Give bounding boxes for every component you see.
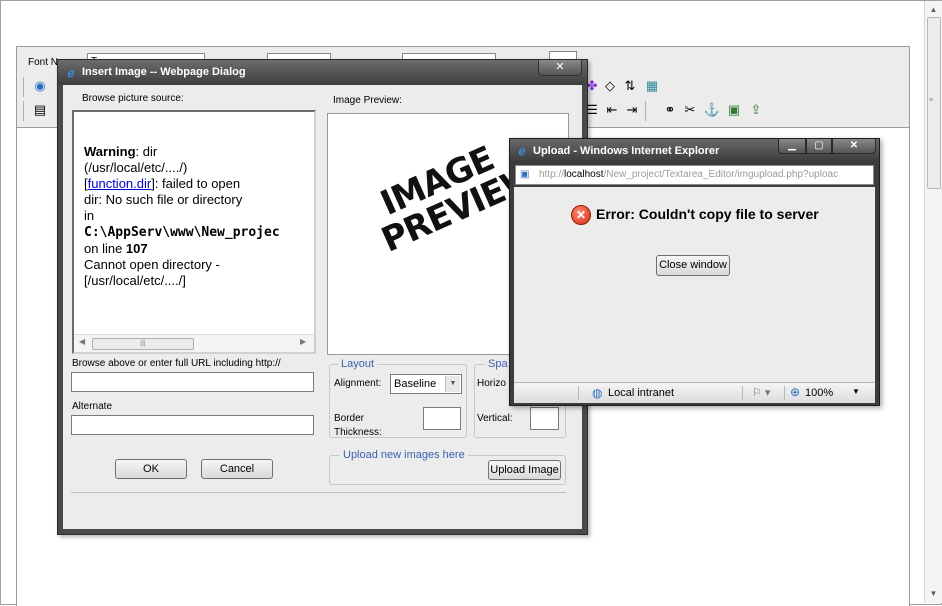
browse-label: Browse picture source: [82,93,184,104]
vertical-spacing-input[interactable] [530,407,559,430]
spell-check-icon[interactable]: ⇅ [621,77,639,95]
picture-source-frame[interactable]: Warning: dir (/usr/local/etc/..../) [fun… [72,110,316,354]
ie-icon: ℯ [67,66,75,80]
scroll-grip-icon: ≡ [929,97,934,104]
indent-icon[interactable]: ⇥ [623,101,641,119]
status-separator [578,386,579,400]
function-dir-link[interactable]: function.dir [88,176,152,191]
status-separator [784,386,785,400]
link-icon[interactable]: ⚭ [661,101,679,119]
dialog-titlebar[interactable]: ℯ Insert Image -- Webpage Dialog ✕ [58,60,587,85]
error-message: Error: Couldn't copy file to server [596,206,819,222]
font-name-label: Font N [28,57,59,68]
image-url-input[interactable] [71,372,314,392]
toolbar-separator [645,101,646,121]
php-warning-message: Warning: dir (/usr/local/etc/..../) [fun… [84,144,280,288]
border-label-line1: Border [334,413,365,424]
scroll-up-arrow-icon[interactable]: ▲ [925,3,942,17]
upload-window-titlebar[interactable]: ℯ Upload - Windows Internet Explorer ▁ ▢… [510,139,879,163]
source-code-icon[interactable]: ◇ [601,77,619,95]
unlink-icon[interactable]: ✂ [681,101,699,119]
border-thickness-input[interactable] [423,407,461,430]
chevron-down-icon[interactable]: ▼ [852,387,860,396]
horizontal-label: Horizo [477,378,506,389]
url-label: Browse above or enter full URL including… [72,358,281,369]
vertical-label: Vertical: [477,413,513,424]
address-url: http://localhost/New_project/Textarea_Ed… [539,169,839,180]
minimize-icon[interactable]: ▁ [778,139,806,154]
source-horizontal-scrollbar[interactable]: ◀ ||| ▶ [74,334,314,352]
alternate-text-input[interactable] [71,415,314,435]
zoom-level[interactable]: 100% [805,387,833,399]
insert-image-icon[interactable]: ▣ [725,101,743,119]
toolbar-separator [23,101,24,121]
warning-bold: Warning [84,144,136,159]
ie-status-bar: ◍ Local intranet ⚐ ▾ ⊕ 100% ▼ [514,382,875,403]
scroll-right-arrow-icon[interactable]: ▶ [300,337,306,346]
page-icon: ▣ [520,169,530,180]
upload-ie-window: ℯ Upload - Windows Internet Explorer ▁ ▢… [509,138,880,406]
anchor-icon[interactable]: ⚓ [703,101,721,119]
scroll-thumb[interactable]: ||| [92,338,194,350]
border-label-line2: Thickness: [334,427,382,438]
intranet-globe-icon: ◍ [592,386,603,400]
dialog-close-button[interactable]: ✕ [538,60,582,76]
toolbar-separator [23,77,24,97]
ie-icon: ℯ [518,144,526,158]
status-separator [742,386,743,400]
web-icon[interactable]: ◉ [31,77,49,95]
upload-legend: Upload new images here [340,449,468,461]
layout-legend: Layout [338,358,378,370]
dialog-title: Insert Image -- Webpage Dialog [82,66,246,78]
security-zone-label: Local intranet [608,387,675,399]
document-icon[interactable]: ▤ [31,101,49,119]
page-vertical-scrollbar[interactable]: ▲ ≡ ▼ [924,1,942,603]
scroll-down-arrow-icon[interactable]: ▼ [925,587,942,601]
table-icon[interactable]: ▦ [643,77,661,95]
upload-icon[interactable]: ⇪ [747,101,765,119]
upload-window-body: ✕ Error: Couldn't copy file to server Cl… [514,187,875,382]
spacing-legend: Spa [485,358,511,370]
error-icon: ✕ [571,205,591,225]
alternate-label: Alternate [72,401,113,412]
cancel-button[interactable]: Cancel [201,459,273,479]
outdent-icon[interactable]: ⇤ [603,101,621,119]
upload-image-button[interactable]: Upload Image [488,460,561,480]
scroll-left-arrow-icon[interactable]: ◀ [79,337,85,346]
close-icon: ✕ [555,61,565,73]
dialog-divider [71,492,566,493]
ok-button[interactable]: OK [115,459,187,479]
alignment-label: Alignment: [334,378,382,389]
alignment-select[interactable]: Baseline ▼ [390,374,462,394]
preview-label: Image Preview: [333,95,402,106]
upload-window-title: Upload - Windows Internet Explorer [533,145,720,157]
close-icon[interactable]: ✕ [832,139,876,154]
close-window-button[interactable]: Close window [656,255,730,276]
protected-mode-icon[interactable]: ⚐ ▾ [752,386,770,399]
zoom-icon: ⊕ [790,385,801,399]
address-bar[interactable]: ▣ http://localhost/New_project/Textarea_… [515,165,874,185]
maximize-icon[interactable]: ▢ [806,139,832,154]
chevron-down-icon[interactable]: ▼ [445,376,460,392]
dialog-body: Browse picture source: Image Preview: Wa… [63,85,582,529]
